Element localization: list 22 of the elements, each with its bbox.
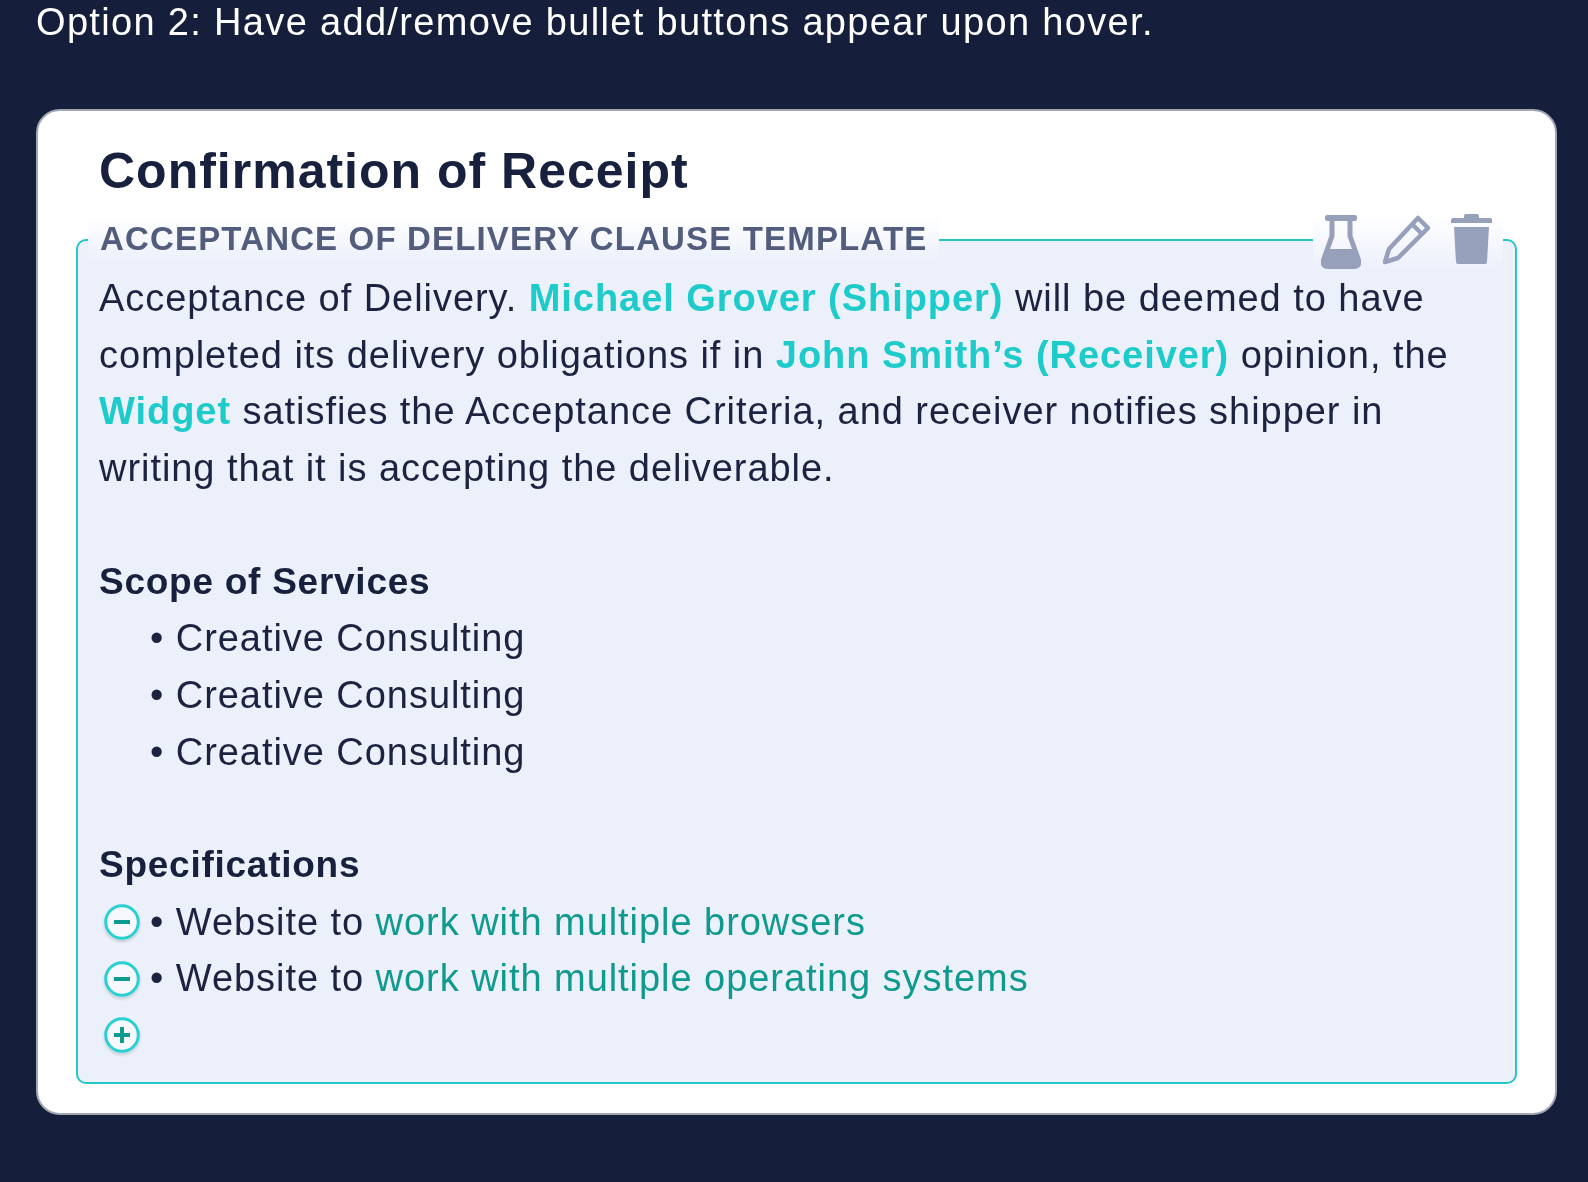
clause-paragraph: Acceptance of Delivery. Michael Grover (Shipper) will be deemed to have completed its delivery obligations if in John Smith’s (Receiver) opinion, the Widget satisfies the Acceptance Criteria, and receiver notifies shipper in writing that it is accepting the deliverable.: [99, 276, 1450, 492]
remove-bullet-button[interactable]: [104, 904, 140, 940]
delete-button[interactable]: [1451, 214, 1492, 264]
card-title: Confirmation of Receipt: [99, 142, 689, 200]
trash-icon: [1451, 214, 1492, 264]
list-item: • Creative Consulting: [150, 616, 526, 662]
remove-bullet-button[interactable]: [104, 960, 140, 997]
edit-button[interactable]: [1381, 214, 1431, 266]
add-bullet-button[interactable]: [104, 1017, 140, 1054]
list-item: • Creative Consulting: [150, 729, 526, 775]
minus-circle-icon: [104, 904, 140, 940]
flask-icon: [1321, 215, 1361, 269]
page-caption: Option 2: Have add/remove bullet buttons appear upon hover.: [36, 1, 1154, 43]
flask-button[interactable]: [1321, 215, 1361, 269]
list-item: • Website to work with multiple browsers: [150, 899, 866, 945]
section-heading: Scope of Services: [99, 559, 431, 604]
list-item: • Creative Consulting: [150, 672, 526, 718]
plus-circle-icon: [104, 1017, 140, 1054]
list-item: • Website to work with multiple operating systems: [150, 956, 1029, 1002]
section-heading: Specifications: [99, 842, 361, 887]
pencil-icon: [1381, 214, 1431, 266]
minus-circle-icon: [104, 960, 140, 997]
